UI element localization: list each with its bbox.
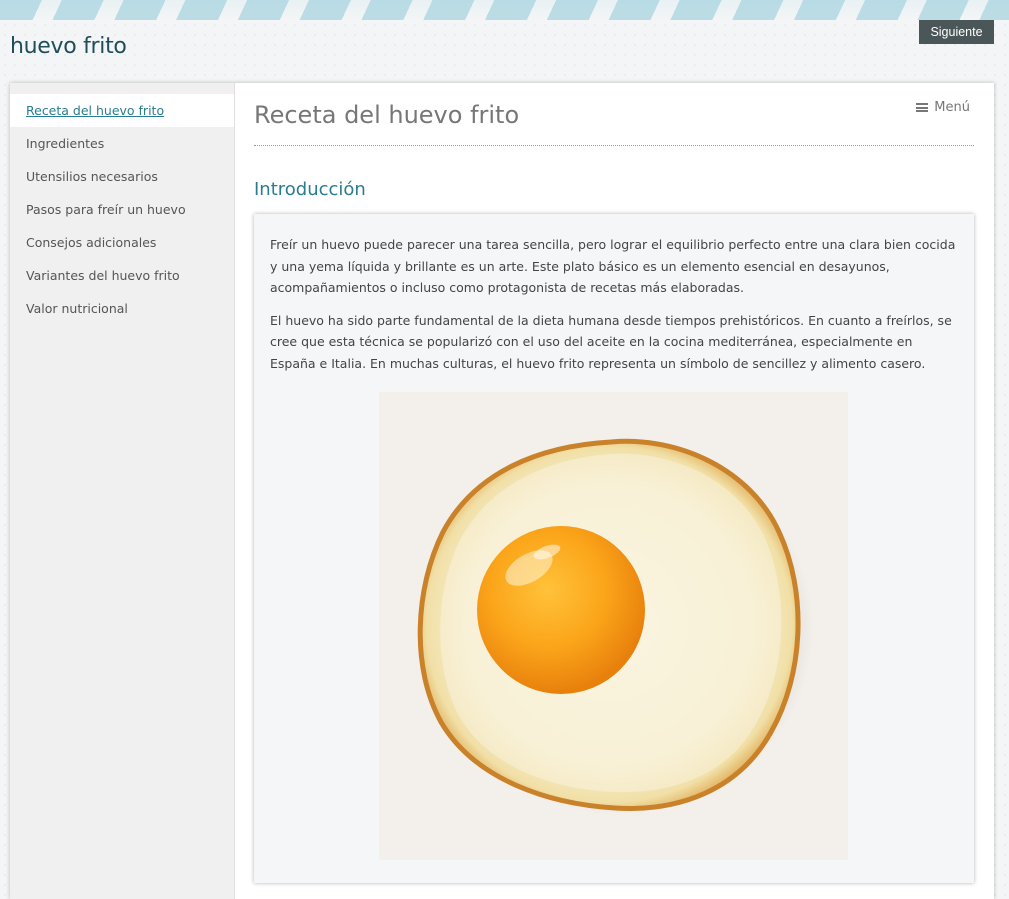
next-button[interactable]: Siguiente	[919, 20, 994, 44]
sidebar-item-utensilios[interactable]: Utensilios necesarios	[10, 160, 234, 193]
sidebar-item-consejos[interactable]: Consejos adicionales	[10, 226, 234, 259]
intro-paragraph-1: Freír un huevo puede parecer una tarea s…	[270, 237, 956, 295]
menu-button[interactable]: Menú	[916, 100, 970, 115]
sidebar-item-variantes[interactable]: Variantes del huevo frito	[10, 259, 234, 292]
section-heading: Introducción	[254, 179, 366, 200]
sidebar-item-receta[interactable]: Receta del huevo frito	[10, 94, 234, 127]
intro-card: Freír un huevo puede parecer una tarea s…	[254, 214, 974, 883]
menu-label: Menú	[934, 100, 970, 115]
decorative-header-stripe	[0, 0, 1009, 20]
sidebar-nav-list: Receta del huevo frito Ingredientes Uten…	[10, 83, 234, 325]
sidebar-item-ingredientes[interactable]: Ingredientes	[10, 127, 234, 160]
intro-paragraph-2: El huevo ha sido parte fundamental de la…	[270, 312, 952, 371]
main-content: Receta del huevo frito Menú Introducción…	[254, 83, 974, 899]
content-layout: Receta del huevo frito Ingredientes Uten…	[10, 83, 994, 899]
sidebar-item-valor-nutricional[interactable]: Valor nutricional	[10, 292, 234, 325]
hamburger-icon	[916, 103, 929, 112]
sidebar-item-pasos[interactable]: Pasos para freír un huevo	[10, 193, 234, 226]
sidebar-nav: Receta del huevo frito Ingredientes Uten…	[10, 83, 235, 899]
site-title: huevo frito	[10, 34, 127, 59]
page-title: Receta del huevo frito	[254, 101, 520, 129]
fried-egg-image	[379, 392, 848, 860]
title-divider	[254, 145, 974, 146]
